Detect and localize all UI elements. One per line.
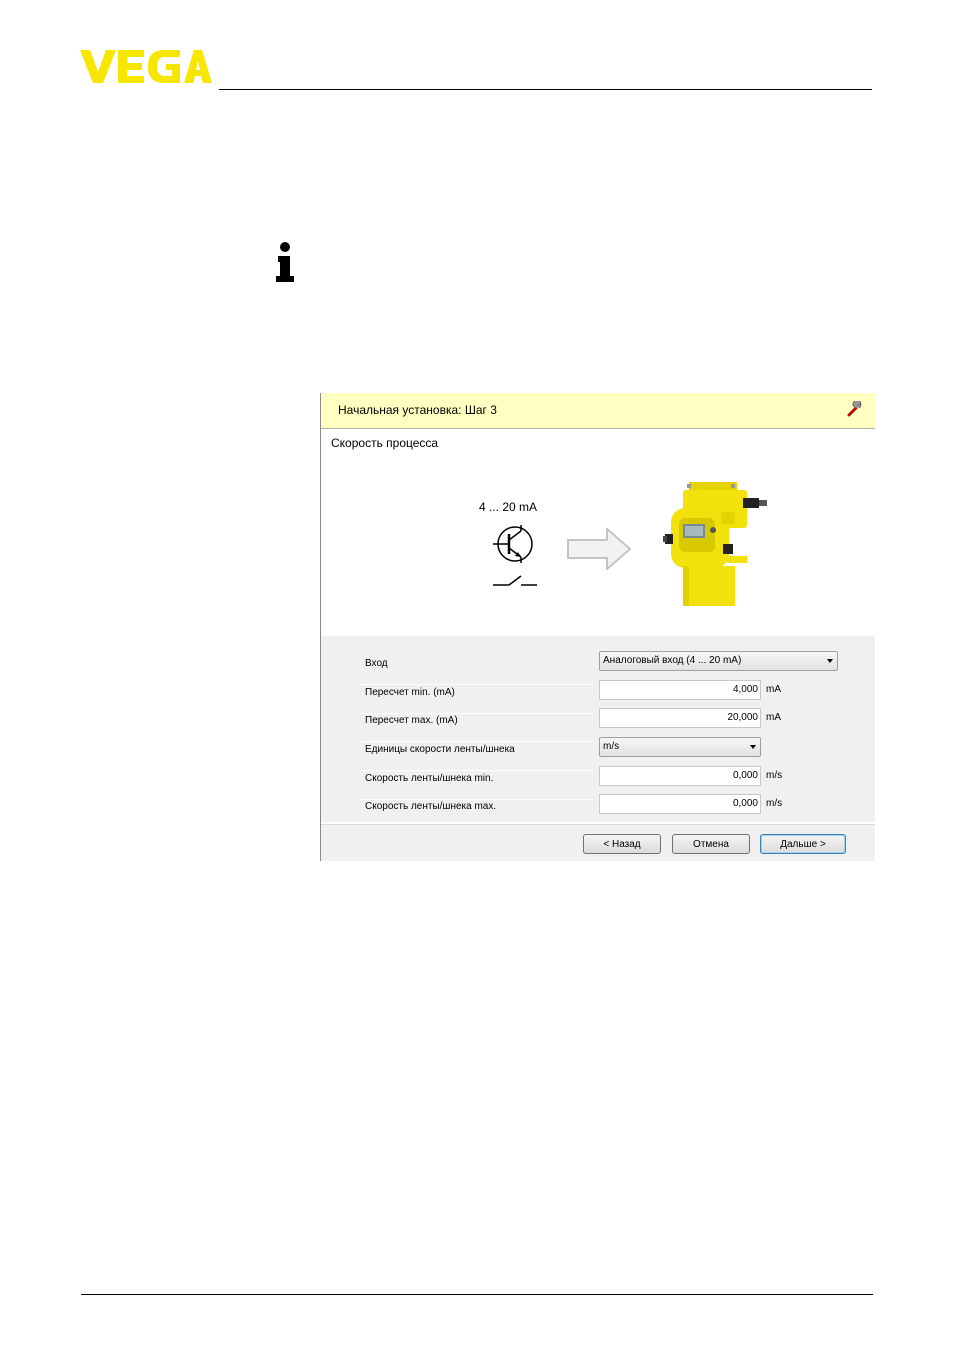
speed-max-unit: m/s (766, 798, 783, 809)
setup-dialog: Начальная установка: Шаг 3 Скорость проц… (320, 393, 875, 861)
dialog-header: Начальная установка: Шаг 3 (321, 393, 875, 429)
switch-icon (493, 575, 537, 586)
vega-logo (80, 50, 212, 83)
speed-units-value: m/s (603, 741, 620, 752)
field-row-speed-min: Скорость ленты/шнека min. 0,000 m/s (321, 766, 875, 800)
wrench-icon[interactable] (847, 401, 863, 417)
field-label-speed-min: Скорость ленты/шнека min. (365, 773, 494, 784)
footer-rule (81, 1294, 873, 1295)
transistor-icon (493, 525, 533, 563)
scale-max-input[interactable]: 20,000 (599, 708, 761, 728)
field-row-scale-max: Пересчет max. (mA) 20,000 mA (321, 708, 875, 742)
field-label-speed-max: Скорость ленты/шнека max. (365, 801, 497, 812)
arrow-icon (567, 528, 631, 570)
chevron-down-icon (750, 745, 756, 749)
scale-min-unit: mA (766, 684, 781, 695)
field-row-input: Вход Аналоговый вход (4 ... 20 mA) (321, 651, 875, 685)
field-row-speed-units: Единицы скорости ленты/шнека m/s (321, 737, 875, 771)
input-type-select[interactable]: Аналоговый вход (4 ... 20 mA) (599, 651, 838, 671)
next-button[interactable]: Дальше > (760, 834, 846, 854)
parameters-panel: Вход Аналоговый вход (4 ... 20 mA) Перес… (321, 636, 875, 822)
speed-min-input[interactable]: 0,000 (599, 766, 761, 786)
input-type-value: Аналоговый вход (4 ... 20 mA) (603, 655, 742, 666)
speed-units-select[interactable]: m/s (599, 737, 761, 757)
scale-min-input[interactable]: 4,000 (599, 680, 761, 700)
cancel-button[interactable]: Отмена (672, 834, 750, 854)
header-rule (219, 89, 872, 90)
info-icon (276, 242, 294, 282)
field-row-speed-max: Скорость ленты/шнека max. 0,000 m/s (321, 794, 875, 818)
speed-min-unit: m/s (766, 770, 783, 781)
field-label-input: Вход (365, 658, 388, 669)
field-label-scale-min: Пересчет min. (mA) (365, 687, 455, 698)
field-row-scale-min: Пересчет min. (mA) 4,000 mA (321, 680, 875, 714)
chevron-down-icon (827, 659, 833, 663)
speed-max-input[interactable]: 0,000 (599, 794, 761, 814)
back-button[interactable]: < Назад (583, 834, 661, 854)
dialog-title: Начальная установка: Шаг 3 (338, 403, 497, 417)
scale-max-unit: mA (766, 712, 781, 723)
field-label-scale-max: Пересчет max. (mA) (365, 715, 458, 726)
section-title: Скорость процесса (331, 436, 439, 450)
sensor-device-image (663, 482, 767, 606)
field-label-speed-units: Единицы скорости ленты/шнека (365, 744, 515, 755)
dialog-footer: < Назад Отмена Дальше > (321, 824, 875, 861)
signal-label: 4 ... 20 mA (479, 500, 538, 514)
